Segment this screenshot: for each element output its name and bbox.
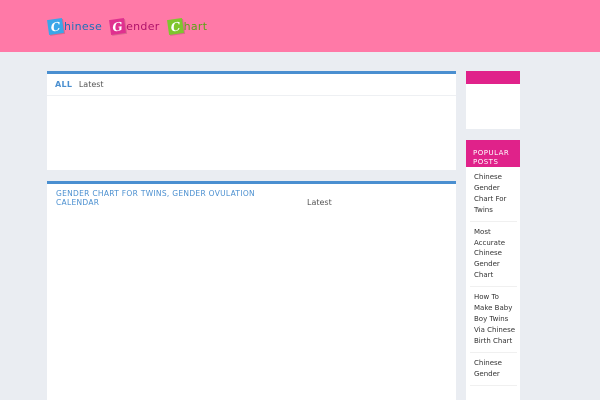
site-logo[interactable]: C hinese G ender C hart <box>47 14 215 38</box>
logo-text-chinese: hinese <box>64 19 103 33</box>
logo-tile-gender: G <box>109 17 127 35</box>
tab-latest-category[interactable]: Latest <box>307 198 332 207</box>
sidebar-widget-top <box>466 71 520 129</box>
popular-posts-widget: Popular Posts Chinese Gender Chart For T… <box>466 140 520 400</box>
site-header: C hinese G ender C hart <box>0 0 600 52</box>
logo-word-gender: G ender <box>109 17 160 35</box>
popular-post-item[interactable]: How To Make Baby Boy Twins Via Chinese B… <box>470 287 517 353</box>
popular-posts-list: Chinese Gender Chart For Twins Most Accu… <box>466 167 520 386</box>
logo-tile-chart: C <box>166 17 184 35</box>
popular-post-item[interactable]: Most Accurate Chinese Gender Chart <box>470 222 517 288</box>
panel-tabs: ALL Latest <box>47 74 456 96</box>
logo-word-chinese: C hinese <box>47 17 103 35</box>
logo-text-chart: hart <box>183 19 208 33</box>
popular-post-item[interactable]: Chinese Gender Chart For Twins <box>470 167 517 222</box>
logo-text-gender: ender <box>126 19 160 33</box>
tab-all[interactable]: ALL <box>55 80 72 89</box>
popular-post-item[interactable]: Chinese Gender <box>470 353 517 386</box>
logo-word-chart: C hart <box>166 17 208 35</box>
logo-tile-chinese: C <box>47 17 64 35</box>
category-panel: Gender Chart For Twins, Gender Ovulation… <box>47 181 456 400</box>
popular-posts-heading: Popular Posts <box>466 140 520 167</box>
post-title-link[interactable]: Gender Chart For Twins, Gender Ovulation… <box>56 189 271 207</box>
tab-latest[interactable]: Latest <box>79 80 104 89</box>
latest-posts-panel: ALL Latest <box>47 71 456 170</box>
